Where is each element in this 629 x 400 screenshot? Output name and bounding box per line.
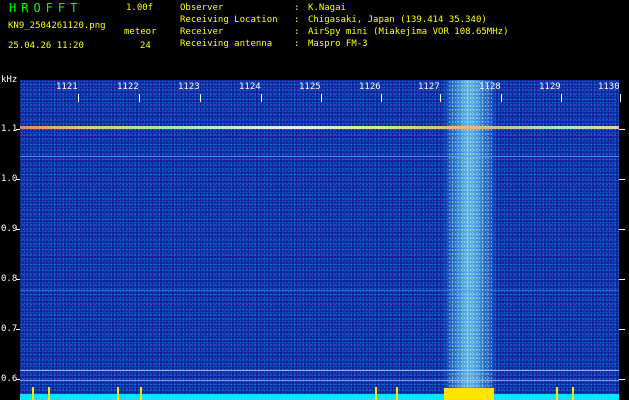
freq-tick-label: 1122 xyxy=(117,82,139,92)
baseline-trace xyxy=(20,394,619,400)
time-tick-mark-right xyxy=(619,279,625,280)
peak-tick xyxy=(396,387,398,400)
info-colon: : xyxy=(294,39,300,49)
filename: KN9_2504261120.png xyxy=(8,21,106,31)
spur-line xyxy=(20,290,619,291)
freq-tick-label: 1123 xyxy=(178,82,200,92)
freq-tick-mark xyxy=(440,94,441,102)
freq-tick-mark xyxy=(200,94,201,102)
info-label-location: Receiving Location xyxy=(180,15,278,25)
info-label-receiver: Receiver xyxy=(180,27,224,37)
info-value-antenna: Maspro FM-3 xyxy=(308,39,368,49)
peak-tick xyxy=(572,387,574,400)
time-tick-mark xyxy=(16,329,20,330)
meteor-count: 24 xyxy=(140,41,151,51)
time-tick-mark xyxy=(16,179,20,180)
freq-tick-mark xyxy=(561,94,562,102)
header-bar: HROFFT 1.00f KN9_2504261120.png 25.04.26… xyxy=(0,0,629,72)
time-tick-mark xyxy=(16,279,20,280)
spur-line xyxy=(20,380,619,381)
freq-tick-mark xyxy=(139,94,140,102)
carrier-line xyxy=(20,126,619,129)
waterfall-display[interactable] xyxy=(20,80,619,400)
info-colon: : xyxy=(294,27,300,37)
freq-tick-label: 1126 xyxy=(359,82,381,92)
time-tick-label: 0.7 xyxy=(1,324,18,334)
freq-tick-label: 1130 xyxy=(598,82,620,92)
peak-tick xyxy=(32,387,34,400)
peak-tick xyxy=(375,387,377,400)
peak-tick xyxy=(117,387,119,400)
info-colon: : xyxy=(294,3,300,13)
freq-tick-label: 1128 xyxy=(479,82,501,92)
time-tick-label: 0.8 xyxy=(1,274,18,284)
unit-label: kHz xyxy=(1,75,18,85)
info-label-antenna: Receiving antenna xyxy=(180,39,273,49)
freq-tick-mark xyxy=(321,94,322,102)
info-value-receiver: AirSpy mini (Miakejima VOR 108.65MHz) xyxy=(308,27,509,37)
info-value-location: Chigasaki, Japan (139.414 35.340) xyxy=(308,15,487,25)
time-tick-label: 1.1 xyxy=(1,124,18,134)
app-version: 1.00f xyxy=(126,3,154,13)
freq-tick-label: 1124 xyxy=(239,82,261,92)
time-tick-mark xyxy=(16,379,20,380)
freq-tick-label: 1129 xyxy=(539,82,561,92)
spur-line xyxy=(20,370,619,371)
band-peak xyxy=(444,388,494,400)
freq-tick-mark xyxy=(261,94,262,102)
time-tick-mark-right xyxy=(619,129,625,130)
time-tick-mark xyxy=(16,229,20,230)
time-tick-label: 0.6 xyxy=(1,374,18,384)
info-value-observer: K.Nagai xyxy=(308,3,346,13)
timestamp: 25.04.26 11:20 xyxy=(8,41,84,51)
time-tick-mark-right xyxy=(619,229,625,230)
time-tick-mark-right xyxy=(619,379,625,380)
peak-tick xyxy=(140,387,142,400)
freq-tick-label: 1127 xyxy=(418,82,440,92)
info-label-observer: Observer xyxy=(180,3,224,13)
freq-tick-mark xyxy=(501,94,502,102)
peak-tick xyxy=(556,387,558,400)
time-tick-label: 1.0 xyxy=(1,174,18,184)
peak-tick xyxy=(48,387,50,400)
time-tick-mark-right xyxy=(619,179,625,180)
freq-tick-label: 1125 xyxy=(299,82,321,92)
freq-tick-mark xyxy=(620,94,621,102)
freq-tick-mark xyxy=(78,94,79,102)
time-tick-mark xyxy=(16,129,20,130)
app-title: HROFFT xyxy=(9,1,83,15)
info-colon: : xyxy=(294,15,300,25)
spur-line xyxy=(20,156,619,157)
freq-tick-label: 1121 xyxy=(56,82,78,92)
meteor-label: meteor xyxy=(124,27,157,37)
time-tick-label: 0.9 xyxy=(1,224,18,234)
time-tick-mark-right xyxy=(619,329,625,330)
freq-tick-mark xyxy=(381,94,382,102)
